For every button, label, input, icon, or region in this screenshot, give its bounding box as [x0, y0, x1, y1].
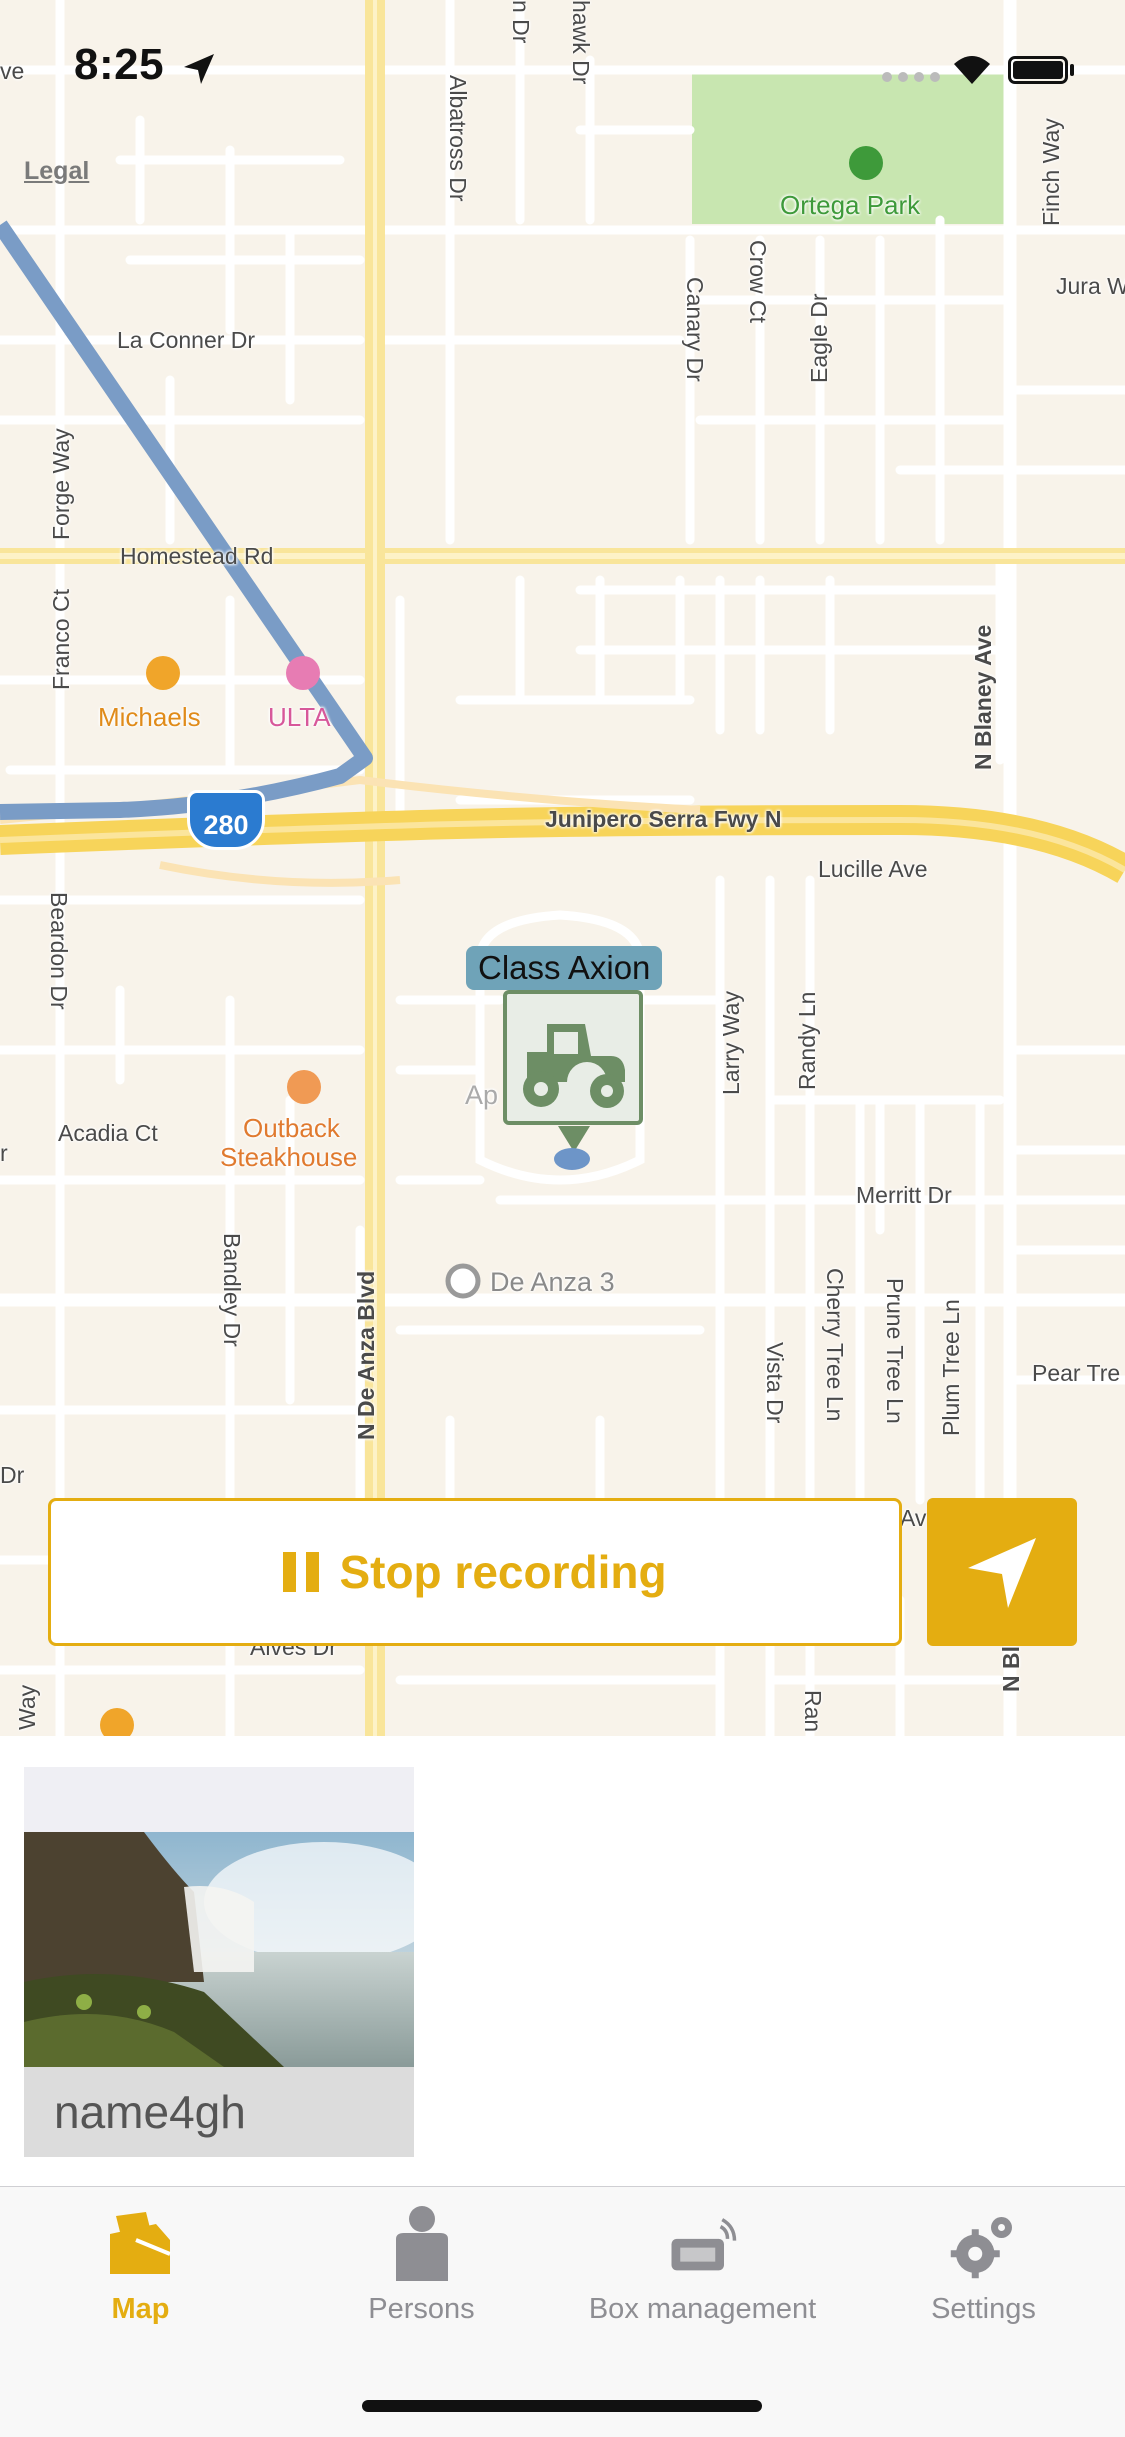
poi-ortega-park[interactable]: Ortega Park	[780, 190, 920, 221]
wifi-icon	[954, 56, 990, 84]
street-n-bl: N Bl	[998, 1646, 1024, 1692]
tab-settings-label: Settings	[931, 2293, 1036, 2325]
street-beardon: Beardon Dr	[46, 892, 72, 1010]
person-name: name4gh	[54, 2086, 246, 2138]
gear-icon	[949, 2205, 1019, 2285]
status-time: 8:25	[74, 40, 165, 89]
location-arrow-icon	[184, 54, 214, 84]
person-card[interactable]: name4gh	[24, 1767, 414, 2157]
battery-tip	[1070, 64, 1074, 76]
tab-settings[interactable]: Settings	[843, 2187, 1124, 2327]
street-cherry: Cherry Tree Ln	[822, 1268, 848, 1422]
tractor-icon	[523, 1024, 625, 1108]
street-canary: Canary Dr	[682, 277, 708, 382]
battery-icon	[1008, 56, 1068, 84]
location-arrow-icon	[968, 1538, 1036, 1608]
tab-persons[interactable]: Persons	[281, 2187, 562, 2327]
street-merritt: Merritt Dr	[856, 1182, 952, 1208]
poi-outback-line1[interactable]: Outback	[243, 1113, 340, 1143]
street-finch: Finch Way	[1038, 118, 1064, 226]
street-prune: Prune Tree Ln	[882, 1278, 908, 1424]
legal-link[interactable]: Legal	[24, 157, 89, 186]
street-randy: Randy Ln	[794, 991, 820, 1090]
street-dr-left: Dr	[0, 1462, 25, 1488]
street-r-left: r	[0, 1140, 8, 1166]
street-larry: Larry Way	[718, 991, 744, 1095]
poi-michaels[interactable]: Michaels	[98, 702, 201, 733]
street-albatross: Albatross Dr	[445, 75, 471, 202]
highway-shield: 280	[187, 790, 265, 850]
pause-icon	[283, 1552, 320, 1592]
street-hawk: hawk Dr	[568, 0, 594, 85]
map-icon	[106, 2205, 176, 2285]
map-roads	[0, 0, 1125, 1736]
tab-map[interactable]: Map	[0, 2187, 281, 2327]
street-bandley: Bandley Dr	[219, 1233, 245, 1347]
map-view[interactable]: 280 La Conner Dr Homestead Rd Forge Way …	[0, 0, 1125, 1736]
street-jura: Jura W	[1056, 273, 1125, 299]
stop-recording-label: Stop recording	[339, 1546, 667, 1598]
poi-outback-line2[interactable]: Steakhouse	[220, 1142, 357, 1172]
person-name-bar: name4gh	[24, 2067, 414, 2157]
street-junipero: Junipero Serra Fwy N	[545, 806, 782, 832]
stop-recording-button[interactable]: Stop recording	[48, 1498, 902, 1646]
vehicle-marker[interactable]	[503, 990, 643, 1125]
street-eagle: Eagle Dr	[806, 293, 832, 383]
person-photo	[24, 1832, 414, 2067]
street-av: Av	[900, 1505, 927, 1531]
street-crow: Crow Ct	[745, 240, 771, 324]
street-way-left: Way	[14, 1684, 40, 1730]
street-vista: Vista Dr	[762, 1342, 788, 1424]
street-lucille: Lucille Ave	[818, 856, 928, 882]
street-acadia: Acadia Ct	[58, 1120, 158, 1146]
poi-ulta[interactable]: ULTA	[268, 702, 331, 733]
street-de-anza: N De Anza Blvd	[353, 1270, 379, 1440]
street-ran: Ran	[800, 1690, 826, 1733]
vehicle-location-dot	[554, 1148, 590, 1170]
street-plum: Plum Tree Ln	[938, 1299, 964, 1436]
street-homestead: Homestead Rd	[120, 543, 274, 569]
signal-icon	[882, 72, 942, 84]
street-n-dr: n Dr	[508, 0, 534, 44]
tab-box-management[interactable]: Box management	[562, 2187, 843, 2327]
vehicle-label[interactable]: Class Axion	[466, 946, 663, 990]
street-la-conner: La Conner Dr	[117, 327, 256, 353]
tab-persons-label: Persons	[368, 2293, 475, 2325]
person-icon	[387, 2205, 457, 2285]
street-forge: Forge Way	[48, 428, 74, 540]
tab-box-management-label: Box management	[588, 2293, 817, 2325]
tab-map-label: Map	[111, 2293, 170, 2325]
street-ave-left: ve	[0, 58, 25, 84]
street-pear: Pear Tre	[1032, 1360, 1121, 1386]
street-blaney: N Blaney Ave	[970, 624, 996, 770]
street-franco: Franco Ct	[48, 589, 74, 690]
locate-me-button[interactable]	[927, 1498, 1077, 1646]
poi-de-anza-3[interactable]: De Anza 3	[490, 1267, 615, 1298]
home-indicator[interactable]	[362, 2400, 762, 2412]
box-icon	[668, 2205, 738, 2285]
